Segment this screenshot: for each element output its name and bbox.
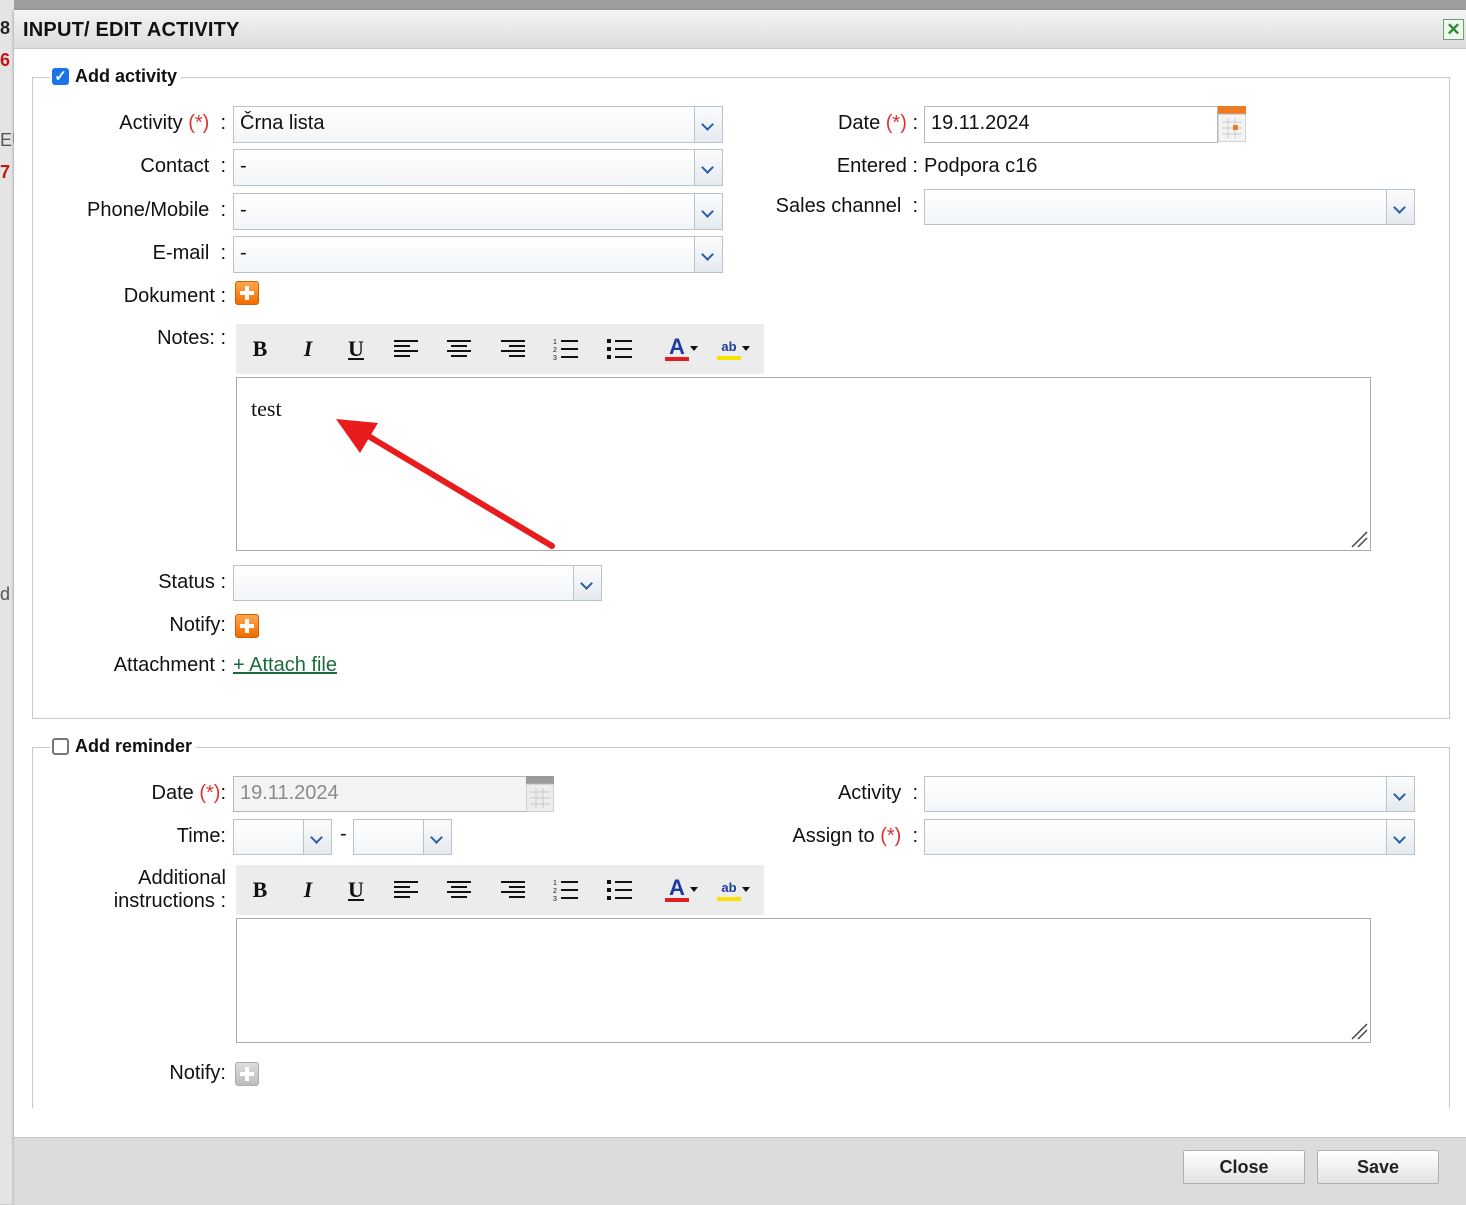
chevron-down-icon[interactable] (694, 150, 722, 185)
background-text: 6 (0, 50, 11, 70)
svg-text:3: 3 (553, 355, 557, 361)
annotation-arrow (336, 419, 555, 549)
phone-label: Phone/Mobile : (87, 199, 226, 221)
email-label: E-mail : (152, 242, 226, 264)
chevron-down-icon[interactable] (423, 820, 451, 854)
reminder-notify-label: Notify: (169, 1062, 226, 1084)
date-input[interactable]: 19.11.2024 (924, 106, 1218, 143)
instructions-label: Additional instructions : (113, 867, 226, 912)
chevron-down-icon[interactable] (694, 194, 722, 229)
background-text: d (0, 584, 11, 604)
close-button[interactable]: Close (1183, 1150, 1305, 1184)
time-separator: - (340, 823, 347, 845)
notes-text: test (251, 396, 282, 421)
time-from-select[interactable] (233, 819, 332, 855)
chevron-down-icon[interactable] (573, 566, 601, 600)
notes-toolbar: B I U 123 A ab (236, 324, 764, 374)
chevron-down-icon[interactable] (694, 107, 722, 142)
resize-grip-icon[interactable] (1350, 530, 1368, 548)
add-reminder-checkbox[interactable] (52, 738, 69, 755)
chevron-down-icon[interactable] (1386, 777, 1414, 811)
underline-icon[interactable]: U (336, 324, 376, 374)
reminder-activity-label: Activity : (837, 782, 918, 804)
contact-label: Contact : (140, 155, 226, 177)
status-label: Status : (158, 571, 226, 593)
time-label: Time: (176, 825, 226, 847)
time-to-select[interactable] (353, 819, 452, 855)
bold-icon[interactable]: B (240, 324, 280, 374)
reminder-date-label: Date (*): (151, 782, 226, 804)
svg-text:1: 1 (553, 339, 557, 346)
italic-icon[interactable]: I (288, 865, 328, 915)
calendar-icon[interactable] (1218, 106, 1246, 142)
font-color-icon[interactable]: A (654, 324, 700, 374)
add-activity-label: Add activity (75, 66, 178, 86)
svg-text:2: 2 (553, 347, 557, 354)
bullet-list-icon[interactable] (600, 865, 640, 915)
activity-label: Activity (*) : (119, 112, 226, 134)
date-label: Date (*) : (837, 112, 918, 134)
entered-value: Podpora c16 (924, 155, 1038, 177)
background-window-top (0, 0, 1466, 10)
attach-file-link[interactable]: + Attach file (233, 654, 337, 677)
chevron-down-icon[interactable] (1386, 190, 1414, 224)
bullet-list-icon[interactable] (600, 324, 640, 374)
attachment-label: Attachment : (113, 654, 226, 676)
ordered-list-icon[interactable]: 123 (546, 865, 586, 915)
resize-grip-icon[interactable] (1350, 1022, 1368, 1040)
reminder-legend: Add reminder (50, 736, 197, 757)
add-activity-checkbox[interactable]: ✓ (52, 68, 69, 85)
svg-text:3: 3 (553, 896, 557, 902)
dialog-title: INPUT/ EDIT ACTIVITY (23, 19, 240, 41)
assign-to-select[interactable] (924, 819, 1415, 855)
bold-icon[interactable]: B (240, 865, 280, 915)
chevron-down-icon[interactable] (694, 237, 722, 272)
align-left-icon[interactable] (386, 324, 426, 374)
entered-label: Entered : (836, 155, 918, 177)
highlight-color-icon[interactable]: ab (706, 324, 752, 374)
reminder-activity-select[interactable] (924, 776, 1415, 812)
close-icon[interactable]: ✕ (1443, 19, 1464, 40)
background-text: 7 (0, 162, 11, 182)
highlight-color-icon[interactable]: ab (706, 865, 752, 915)
svg-text:1: 1 (553, 880, 557, 887)
assign-to-label: Assign to (*) : (792, 825, 918, 847)
sales-channel-label: Sales channel : (775, 195, 918, 217)
align-center-icon[interactable] (439, 324, 479, 374)
contact-select[interactable]: - (233, 149, 723, 186)
add-reminder-label: Add reminder (75, 736, 193, 756)
underline-icon[interactable]: U (336, 865, 376, 915)
chevron-down-icon[interactable] (303, 820, 331, 854)
save-button[interactable]: Save (1317, 1150, 1439, 1184)
italic-icon[interactable]: I (288, 324, 328, 374)
align-right-icon[interactable] (493, 865, 533, 915)
add-notify-icon[interactable] (235, 614, 259, 638)
dokument-label: Dokument : (123, 285, 226, 307)
notes-label: Notes: : (157, 327, 226, 349)
instructions-editor[interactable] (236, 918, 1371, 1043)
ordered-list-icon[interactable]: 123 (546, 324, 586, 374)
chevron-down-icon[interactable] (1386, 820, 1414, 854)
instructions-toolbar: B I U 123 A ab (236, 865, 764, 915)
svg-text:2: 2 (553, 888, 557, 895)
add-reminder-notify-icon[interactable] (235, 1062, 259, 1086)
font-color-icon[interactable]: A (654, 865, 700, 915)
add-document-icon[interactable] (235, 281, 259, 305)
align-left-icon[interactable] (386, 865, 426, 915)
calendar-icon[interactable] (526, 776, 554, 812)
notify-label: Notify: (169, 614, 226, 636)
sales-channel-select[interactable] (924, 189, 1415, 225)
activity-select[interactable]: Črna lista (233, 106, 723, 143)
activity-legend: ✓ Add activity (50, 66, 182, 87)
reminder-date-input[interactable]: 19.11.2024 (233, 776, 527, 812)
phone-select[interactable]: - (233, 193, 723, 230)
align-center-icon[interactable] (439, 865, 479, 915)
status-select[interactable] (233, 565, 602, 601)
align-right-icon[interactable] (493, 324, 533, 374)
email-select[interactable]: - (233, 236, 723, 273)
background-text: 8 (0, 18, 11, 38)
